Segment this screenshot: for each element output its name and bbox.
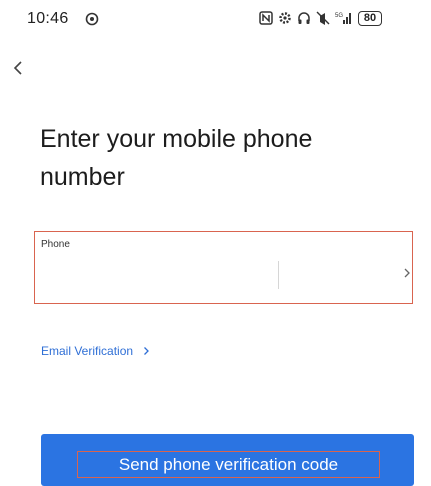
phone-field[interactable]: Phone [34, 231, 413, 304]
status-time: 10:46 [27, 10, 69, 27]
phone-field-label: Phone [41, 239, 70, 250]
chevron-right-icon [144, 347, 149, 355]
back-button[interactable] [8, 58, 28, 78]
headphones-icon [298, 12, 310, 24]
email-verification-label: Email Verification [41, 344, 134, 358]
field-divider [278, 261, 279, 289]
send-button-highlight: Send phone verification code [77, 451, 380, 478]
mute-icon [316, 11, 330, 25]
chevron-left-icon [13, 61, 22, 75]
chevron-right-icon[interactable] [402, 266, 412, 280]
status-bar: 10:46 5G 80 [0, 0, 431, 36]
send-verification-code-button[interactable]: Send phone verification code [41, 434, 414, 486]
page-title: Enter your mobile phone number [40, 125, 313, 191]
phone-input[interactable] [41, 260, 271, 290]
signal-icon: 5G [335, 13, 351, 24]
eye-icon [85, 12, 99, 26]
network-label: 5G [335, 13, 343, 19]
send-button-label: Send phone verification code [118, 454, 339, 474]
settings-icon [279, 12, 291, 24]
status-icons: 5G 80 [259, 8, 382, 28]
login-page: 10:46 5G 80 Enter your mobile phone numb… [0, 0, 431, 486]
battery-indicator: 80 [358, 10, 382, 26]
email-verification-link[interactable]: Email Verification [41, 344, 150, 358]
nfc-icon [259, 11, 273, 25]
